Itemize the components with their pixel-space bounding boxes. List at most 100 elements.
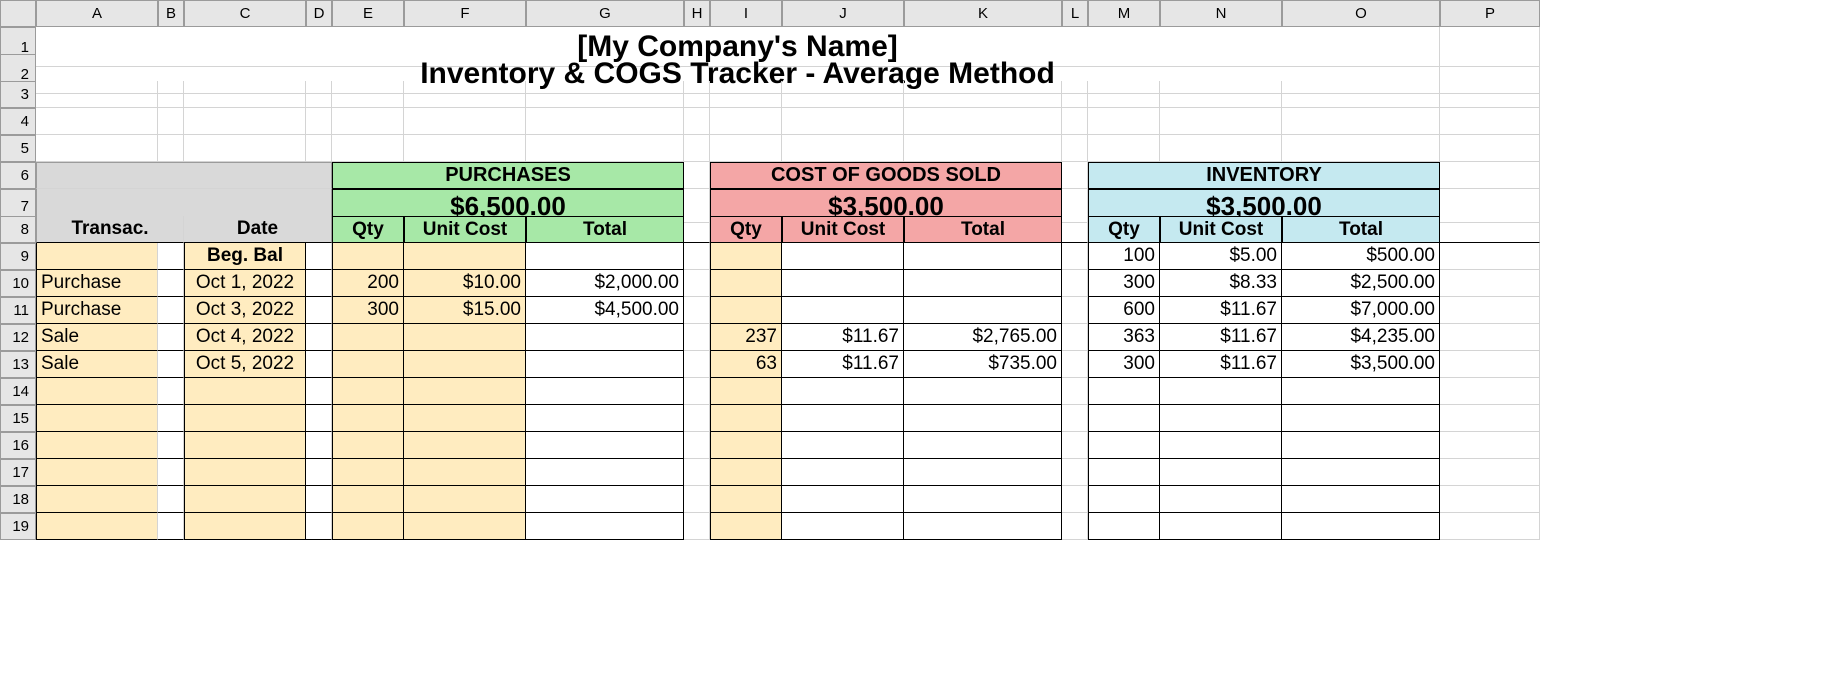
row-header-18[interactable]: 18 [0,486,36,513]
transac-cell[interactable] [36,459,158,486]
cell[interactable] [1062,243,1088,270]
purch-total-cell[interactable] [526,405,684,432]
transac-cell[interactable] [36,405,158,432]
cogs-unit-cell[interactable] [782,459,904,486]
row-header-6[interactable]: 6 [0,162,36,189]
cell[interactable] [1440,108,1540,135]
date-cell[interactable]: Beg. Bal [184,243,306,270]
col-header-H[interactable]: H [684,0,710,27]
cell[interactable] [526,108,684,135]
purch-qty-cell[interactable] [332,405,404,432]
date-cell[interactable] [184,459,306,486]
cell[interactable] [306,135,332,162]
cell[interactable] [306,459,332,486]
inv-total-cell[interactable]: $7,000.00 [1282,297,1440,324]
cell[interactable] [1160,81,1282,108]
inv-qty-cell[interactable] [1088,378,1160,405]
cogs-total-cell[interactable]: $735.00 [904,351,1062,378]
cell[interactable] [684,351,710,378]
cogs-qty-cell[interactable] [710,459,782,486]
cogs-total-cell[interactable] [904,378,1062,405]
cell[interactable] [710,81,782,108]
purch-unit-cell[interactable] [404,513,526,540]
cell[interactable] [684,297,710,324]
col-header-K[interactable]: K [904,0,1062,27]
cell[interactable] [1088,81,1160,108]
date-cell[interactable]: Oct 3, 2022 [184,297,306,324]
cogs-unit-cell[interactable] [782,270,904,297]
transac-cell[interactable]: Purchase [36,297,158,324]
col-header-D[interactable]: D [306,0,332,27]
cogs-total-cell[interactable] [904,459,1062,486]
purch-qty-cell[interactable]: 300 [332,297,404,324]
cell[interactable] [306,486,332,513]
cell[interactable] [684,513,710,540]
inv-qty-cell[interactable] [1088,513,1160,540]
cogs-total-cell[interactable] [904,513,1062,540]
cell[interactable] [1440,405,1540,432]
cell[interactable] [710,108,782,135]
date-cell[interactable] [184,432,306,459]
col-header-G[interactable]: G [526,0,684,27]
cell[interactable] [36,81,158,108]
cell[interactable] [684,405,710,432]
purch-total-cell[interactable] [526,459,684,486]
cell[interactable] [404,108,526,135]
col-header-P[interactable]: P [1440,0,1540,27]
cell[interactable] [332,135,404,162]
purch-unit-cell[interactable] [404,432,526,459]
purch-total-cell[interactable] [526,513,684,540]
cell[interactable] [1062,486,1088,513]
cell[interactable] [158,81,184,108]
cell[interactable] [684,108,710,135]
select-all-corner[interactable] [0,0,36,27]
cell[interactable] [158,405,184,432]
inv-unit-cell[interactable] [1160,432,1282,459]
purch-qty-cell[interactable] [332,432,404,459]
cogs-total-cell[interactable] [904,432,1062,459]
cogs-unit-cell[interactable] [782,432,904,459]
cell[interactable] [1062,459,1088,486]
cell[interactable] [306,378,332,405]
cogs-unit-cell[interactable] [782,405,904,432]
cell[interactable] [684,459,710,486]
cell[interactable] [184,135,306,162]
date-cell[interactable] [184,486,306,513]
cell[interactable] [306,270,332,297]
row-header-9[interactable]: 9 [0,243,36,270]
cell[interactable] [158,270,184,297]
cell[interactable] [1062,297,1088,324]
row-header-11[interactable]: 11 [0,297,36,324]
date-cell[interactable] [184,405,306,432]
inv-qty-cell[interactable]: 300 [1088,351,1160,378]
cell[interactable] [158,432,184,459]
col-header-I[interactable]: I [710,0,782,27]
col-header-F[interactable]: F [404,0,526,27]
cell[interactable] [782,81,904,108]
cell[interactable] [1062,81,1088,108]
cell[interactable] [684,162,710,189]
cell[interactable] [158,108,184,135]
inv-qty-cell[interactable]: 300 [1088,270,1160,297]
purch-total-cell[interactable]: $4,500.00 [526,297,684,324]
date-cell[interactable]: Oct 4, 2022 [184,324,306,351]
inv-total-cell[interactable]: $4,235.00 [1282,324,1440,351]
purch-total-cell[interactable] [526,351,684,378]
cell[interactable] [684,378,710,405]
date-cell[interactable]: Oct 1, 2022 [184,270,306,297]
inv-unit-cell[interactable] [1160,513,1282,540]
cell[interactable] [1062,270,1088,297]
cell[interactable] [782,135,904,162]
cell[interactable] [782,108,904,135]
cell[interactable] [404,81,526,108]
row-header-17[interactable]: 17 [0,459,36,486]
row-header-16[interactable]: 16 [0,432,36,459]
cell[interactable] [684,135,710,162]
row-header-19[interactable]: 19 [0,513,36,540]
cell[interactable] [158,135,184,162]
cogs-total-cell[interactable] [904,297,1062,324]
cell[interactable] [306,297,332,324]
cell[interactable] [904,135,1062,162]
cell[interactable] [1440,216,1540,243]
row-header-14[interactable]: 14 [0,378,36,405]
